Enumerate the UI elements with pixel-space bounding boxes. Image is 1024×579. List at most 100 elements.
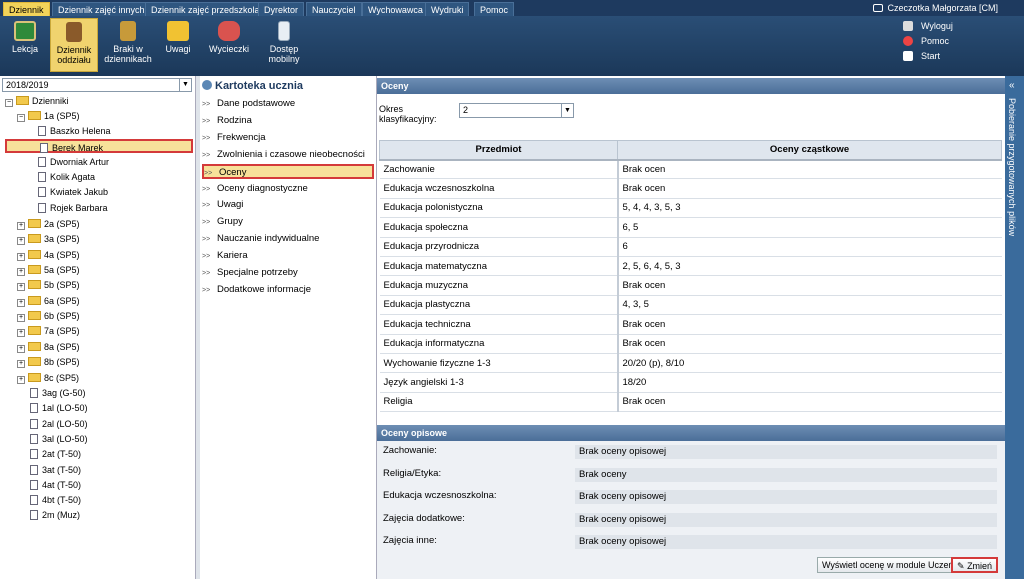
tree-student[interactable]: Baszko Helena — [38, 124, 111, 138]
kartoteka-item[interactable]: >> Dane podstawowe — [202, 96, 374, 111]
tab-wydruki[interactable]: Wydruki — [425, 2, 470, 16]
student-card-icon — [202, 80, 212, 90]
tree-class[interactable]: +5b (SP5) — [17, 278, 80, 292]
download-files-sidebar[interactable]: « Pobieranie przygotowanych plików — [1005, 76, 1024, 579]
wycieczki-button[interactable]: Wycieczki — [206, 18, 252, 72]
pomoc-link[interactable]: Pomoc — [903, 34, 949, 48]
expand-icon[interactable]: + — [17, 268, 25, 277]
okres-select[interactable]: 2 ▼ — [459, 103, 574, 118]
collapse-icon[interactable]: − — [17, 114, 25, 122]
opisowe-label: Zajęcia dodatkowe: — [383, 512, 465, 524]
grade-values-cell: 4, 3, 5 — [617, 295, 1002, 316]
expand-icon[interactable]: + — [17, 222, 25, 230]
expand-icon[interactable]: + — [17, 252, 25, 261]
expand-icon[interactable]: + — [17, 360, 25, 369]
school-year-select[interactable]: 2018/2019 ▼ — [2, 78, 192, 92]
kartoteka-item[interactable]: >> Uwagi — [202, 197, 374, 212]
tree-student[interactable]: Kolik Agata — [38, 170, 95, 184]
tree-class[interactable]: +8c (SP5) — [17, 371, 79, 385]
expand-icon[interactable]: + — [17, 298, 25, 307]
tree-root-dzienniki[interactable]: − Dzienniki — [5, 94, 69, 108]
tab-dziennik[interactable]: Dziennik — [3, 2, 50, 16]
expand-chevron-icon[interactable]: « — [1009, 80, 1015, 91]
tree-class[interactable]: +8a (SP5) — [17, 340, 80, 354]
kartoteka-item[interactable]: >> Kariera — [202, 248, 374, 263]
tree-class-label: 3a (SP5) — [44, 234, 80, 245]
kartoteka-item[interactable]: >> Frekwencja — [202, 130, 374, 145]
tree-journal-label: 2at (T-50) — [42, 449, 82, 460]
expand-icon[interactable]: + — [17, 237, 25, 246]
tree-class[interactable]: +5a (SP5) — [17, 263, 80, 277]
expand-icon[interactable]: + — [17, 344, 25, 353]
tree-student-selected[interactable]: Berek Marek — [5, 139, 193, 154]
tree-journal[interactable]: 2al (LO-50) — [30, 417, 88, 431]
dostep-mobilny-button[interactable]: Dostęp mobilny — [262, 18, 306, 72]
opisowe-value: Brak oceny opisowej — [575, 535, 997, 550]
show-in-student-module-button[interactable]: Wyświetl ocenę w module Uczeń — [817, 557, 959, 573]
tree-journal[interactable]: 1al (LO-50) — [30, 401, 88, 415]
kartoteka-item-selected[interactable]: >> Oceny — [202, 163, 374, 179]
wyloguj-link[interactable]: Wyloguj — [903, 19, 953, 33]
folder-icon — [28, 249, 41, 259]
kartoteka-item-label: Rodzina — [217, 114, 252, 126]
tree-journal[interactable]: 2at (T-50) — [30, 447, 81, 461]
tab-nauczyciel[interactable]: Nauczyciel — [306, 2, 362, 16]
tree-class[interactable]: +2a (SP5) — [17, 217, 80, 231]
messages-icon[interactable] — [873, 4, 883, 12]
tree-journal[interactable]: 3at (T-50) — [30, 463, 81, 477]
tree-class-label: 1a (SP5) — [44, 111, 80, 121]
kartoteka-item[interactable]: >> Grupy — [202, 214, 374, 229]
grade-row: Religia Brak ocen — [379, 392, 1002, 413]
kartoteka-item[interactable]: >> Nauczanie indywidualne — [202, 231, 374, 246]
expand-icon[interactable]: + — [17, 375, 25, 384]
start-link[interactable]: Start — [903, 49, 940, 63]
tree-student[interactable]: Rojek Barbara — [38, 201, 108, 215]
tree-journal[interactable]: 4bt (T-50) — [30, 493, 81, 507]
kartoteka-item[interactable]: >> Specjalne potrzeby — [202, 265, 374, 280]
kartoteka-item[interactable]: >> Oceny diagnostyczne — [202, 181, 374, 196]
tree-journal[interactable]: 4at (T-50) — [30, 478, 81, 492]
zmien-button[interactable]: ✎ Zmień — [951, 557, 999, 573]
tab-wychowawca[interactable]: Wychowawca — [362, 2, 429, 16]
expand-icon[interactable]: + — [17, 283, 25, 292]
expand-icon[interactable]: + — [17, 329, 25, 338]
tree-class[interactable]: +8b (SP5) — [17, 355, 80, 369]
wyloguj-label: Wyloguj — [921, 21, 953, 31]
tab-dziennik-zajec-innych[interactable]: Dziennik zajęć innych — [52, 2, 151, 16]
tab-pomoc[interactable]: Pomoc — [474, 2, 515, 16]
uwagi-button[interactable]: Uwagi — [160, 18, 196, 72]
collapse-icon[interactable]: − — [5, 99, 13, 107]
journal-page-icon — [30, 418, 38, 429]
kartoteka-item[interactable]: >> Zwolnienia i czasowe nieobecności — [202, 147, 374, 162]
zmien-label: Zmień — [967, 561, 993, 571]
kartoteka-item[interactable]: >> Dodatkowe informacje — [202, 282, 374, 297]
braki-button[interactable]: Braki w dziennikach — [104, 18, 152, 72]
oceny-opisowe-header: Oceny opisowe — [377, 425, 1005, 441]
tree-journal[interactable]: 3ag (G-50) — [30, 386, 86, 400]
grade-row: Wychowanie fizyczne 1-3 20/20 (p), 8/10 — [379, 353, 1002, 374]
grade-values-cell: Brak ocen — [617, 178, 1002, 199]
user-name: Czeczotka Małgorzata [CM] — [887, 3, 998, 13]
tree-journal[interactable]: 2m (Muz) — [30, 508, 80, 522]
tree-class[interactable]: +6a (SP5) — [17, 294, 80, 308]
tab-dyrektor[interactable]: Dyrektor — [258, 2, 305, 16]
tree-class[interactable]: +7a (SP5) — [17, 324, 80, 338]
expand-icon[interactable]: + — [17, 314, 25, 323]
kartoteka-item[interactable]: >> Rodzina — [202, 113, 374, 128]
chevron-down-icon[interactable]: ▼ — [179, 79, 191, 91]
tree-class[interactable]: +4a (SP5) — [17, 248, 80, 262]
lekcja-button[interactable]: Lekcja — [6, 18, 44, 72]
journal-page-icon — [30, 479, 38, 490]
grade-row: Edukacja techniczna Brak ocen — [379, 314, 1002, 335]
dostep-mobilny-label: Dostęp mobilny — [268, 44, 300, 64]
tree-student[interactable]: Dworniak Artur — [38, 155, 109, 169]
tree-class-label: 4a (SP5) — [44, 249, 80, 260]
tree-student[interactable]: Kwiatek Jakub — [38, 185, 108, 199]
tree-class-1a[interactable]: − 1a (SP5) — [17, 109, 80, 123]
chevron-down-icon[interactable]: ▼ — [561, 104, 573, 117]
tree-journal[interactable]: 3al (LO-50) — [30, 432, 88, 446]
tree-class[interactable]: +6b (SP5) — [17, 309, 80, 323]
dziennik-oddzialu-button[interactable]: Dziennik oddziału — [50, 18, 98, 72]
tab-dziennik-zajec-przedszkola[interactable]: Dziennik zajęć przedszkola — [145, 2, 266, 16]
tree-class[interactable]: +3a (SP5) — [17, 232, 80, 246]
